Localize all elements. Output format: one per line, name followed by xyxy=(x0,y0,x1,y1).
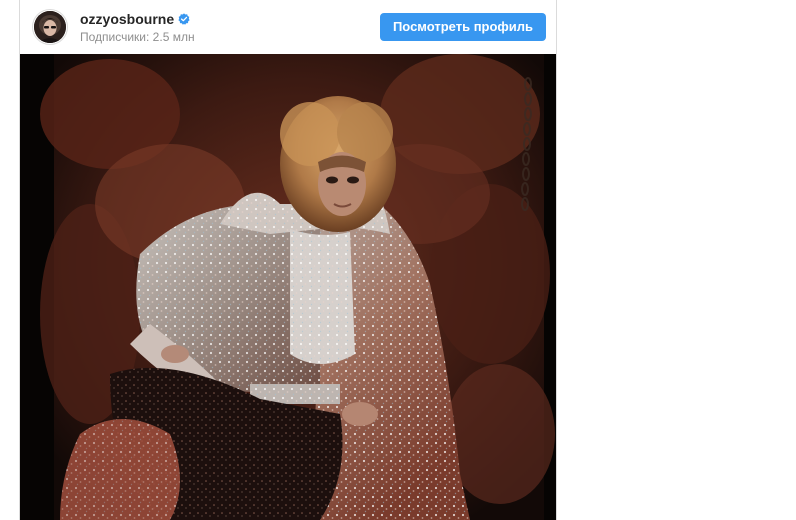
verified-badge-icon xyxy=(178,13,190,25)
view-profile-button[interactable]: Посмотреть профиль xyxy=(380,13,546,41)
avatar-link[interactable] xyxy=(32,9,68,45)
user-info: ozzyosbourne Подписчики: 2.5 млн xyxy=(80,10,380,44)
instagram-embed-card: ozzyosbourne Подписчики: 2.5 млн Посмотр… xyxy=(19,0,557,520)
username-link[interactable]: ozzyosbourne xyxy=(80,10,174,28)
avatar xyxy=(34,11,66,43)
post-header: ozzyosbourne Подписчики: 2.5 млн Посмотр… xyxy=(20,0,556,54)
followers-count: Подписчики: 2.5 млн xyxy=(80,30,195,44)
post-photo[interactable] xyxy=(20,54,556,520)
username-row: ozzyosbourne xyxy=(80,10,380,28)
